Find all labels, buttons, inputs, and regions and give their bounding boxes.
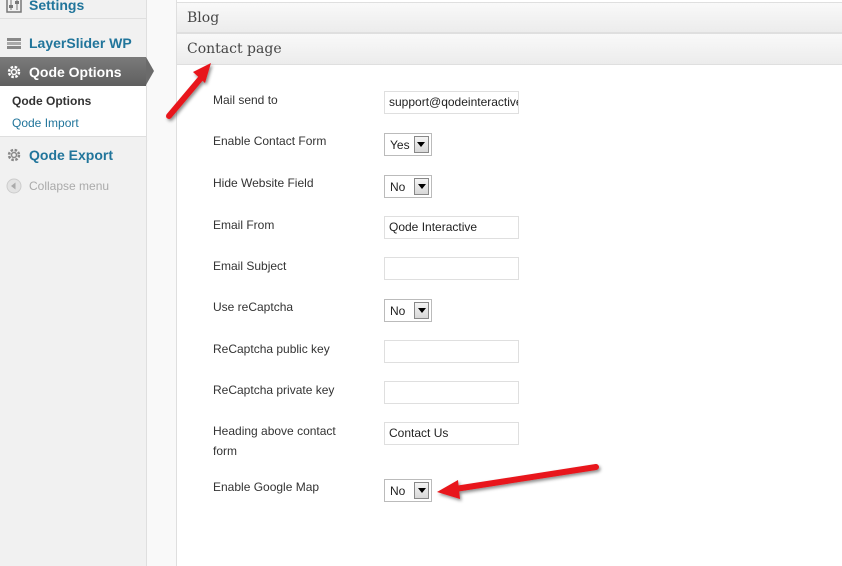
menu-layerslider-label: LayerSlider WP <box>29 35 132 51</box>
label-use-recaptcha: Use reCaptcha <box>213 300 294 314</box>
collapse-menu-button[interactable]: Collapse menu <box>0 176 146 196</box>
label-recaptcha-private-key: ReCaptcha private key <box>213 383 335 397</box>
options-panel: Blog Contact page Mail send to support@q… <box>176 0 842 566</box>
enable-contact-form-select[interactable]: Yes <box>384 133 432 156</box>
label-recaptcha-public-key: ReCaptcha public key <box>213 342 330 356</box>
section-header-contact-page[interactable]: Contact page <box>177 33 842 65</box>
menu-settings[interactable]: Settings <box>0 0 146 19</box>
menu-qode-options-label: Qode Options <box>29 63 122 80</box>
collapse-arrow-icon <box>6 178 22 194</box>
chevron-down-icon[interactable] <box>414 178 429 195</box>
menu-qode-export[interactable]: Qode Export <box>0 143 146 167</box>
enable-google-map-value: No <box>390 483 406 498</box>
enable-contact-form-value: Yes <box>390 137 410 152</box>
label-email-subject: Email Subject <box>213 259 287 273</box>
menu-layerslider[interactable]: LayerSlider WP <box>0 30 146 56</box>
submenu-qode-import[interactable]: Qode Import <box>12 116 79 130</box>
section-header-blog[interactable]: Blog <box>177 2 842 33</box>
recaptcha-private-key-input[interactable] <box>384 381 519 404</box>
chevron-down-icon[interactable] <box>413 136 429 153</box>
section-title-contact-page: Contact page <box>187 41 282 57</box>
gear-icon <box>6 147 22 163</box>
chevron-down-icon[interactable] <box>414 302 429 319</box>
heading-above-contact-form-input[interactable]: Contact Us <box>384 422 519 445</box>
email-from-input[interactable]: Qode Interactive <box>384 216 519 239</box>
email-subject-input[interactable] <box>384 257 519 280</box>
menu-qode-export-label: Qode Export <box>29 147 114 163</box>
mail-send-to-input[interactable]: support@qodeinteractive.com <box>384 91 519 114</box>
section-title-blog: Blog <box>187 9 220 26</box>
collapse-menu-label: Collapse menu <box>29 179 110 193</box>
settings-sliders-icon <box>6 0 22 13</box>
label-mail-send-to: Mail send to <box>213 93 278 107</box>
use-recaptcha-select[interactable]: No <box>384 299 432 322</box>
gear-icon <box>6 64 22 80</box>
layers-icon <box>6 35 22 51</box>
label-enable-google-map: Enable Google Map <box>213 480 320 494</box>
menu-settings-label: Settings <box>29 0 85 13</box>
qode-submenu: Qode Options Qode Import <box>0 86 146 137</box>
enable-google-map-select[interactable]: No <box>384 479 432 502</box>
recaptcha-public-key-input[interactable] <box>384 340 519 363</box>
label-enable-contact-form: Enable Contact Form <box>213 134 327 148</box>
menu-qode-options[interactable]: Qode Options <box>0 57 154 86</box>
hide-website-field-value: No <box>390 179 406 194</box>
submenu-qode-options[interactable]: Qode Options <box>12 94 91 108</box>
chevron-down-icon[interactable] <box>414 482 429 499</box>
label-hide-website-field: Hide Website Field <box>213 176 314 190</box>
hide-website-field-select[interactable]: No <box>384 175 432 198</box>
admin-sidebar: Settings LayerSlider WP Qode Options Qod… <box>0 0 154 566</box>
use-recaptcha-value: No <box>390 303 406 318</box>
label-heading-above-contact-form: Heading above contact form <box>213 424 336 458</box>
label-email-from: Email From <box>213 218 275 232</box>
